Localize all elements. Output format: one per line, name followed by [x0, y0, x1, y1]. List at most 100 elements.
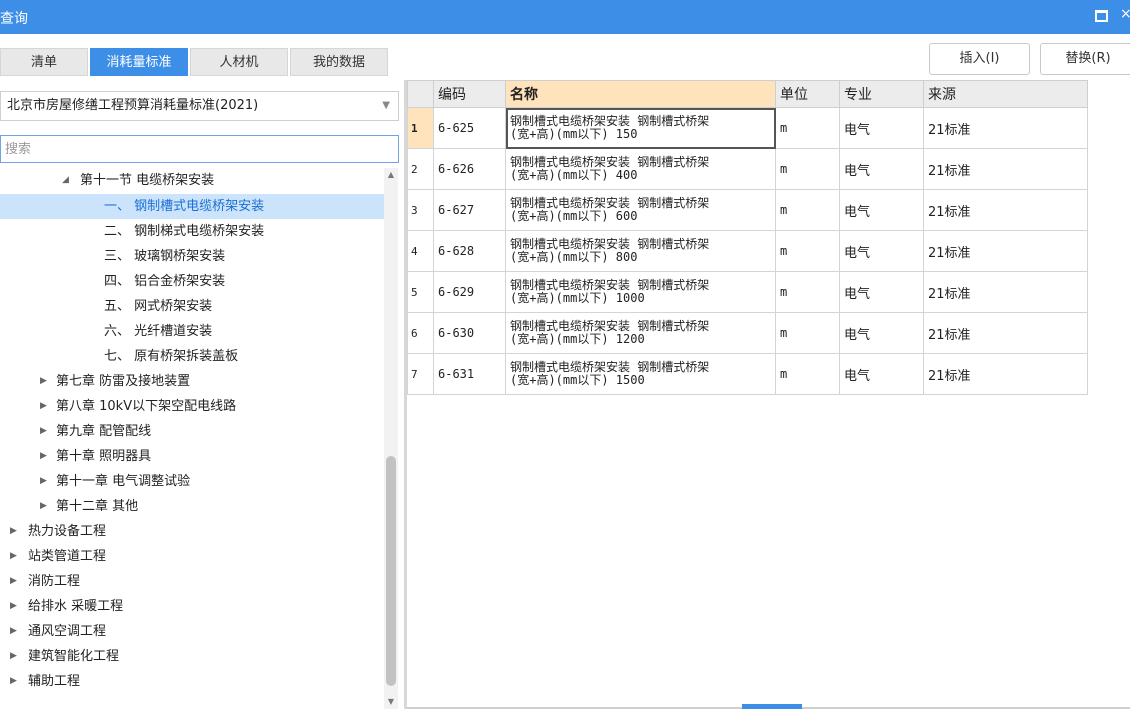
cell-code[interactable]: 6-626: [433, 148, 506, 190]
scroll-up-icon[interactable]: ▲: [384, 168, 398, 182]
cell-name[interactable]: 钢制槽式电缆桥架安装 钢制槽式桥架 (宽+高)(mm以下) 1200: [505, 312, 776, 354]
close-icon[interactable]: ×: [1120, 6, 1130, 22]
collapsed-triangle-icon[interactable]: ▶: [40, 494, 47, 519]
cell-code[interactable]: 6-630: [433, 312, 506, 354]
tree-item[interactable]: ▶ 站类管道工程: [0, 544, 385, 569]
name-line-2: (宽+高)(mm以下) 150: [510, 127, 638, 141]
cell-code[interactable]: 6-627: [433, 189, 506, 231]
collapsed-triangle-icon[interactable]: ▶: [10, 594, 17, 619]
tree-item[interactable]: ▶ 第九章 配管配线: [0, 419, 385, 444]
cell-unit[interactable]: m: [775, 312, 840, 354]
cell-specialty[interactable]: 电气: [839, 312, 924, 354]
tree-item[interactable]: ▶ 第十章 照明器具: [0, 444, 385, 469]
tab-bill[interactable]: 清单: [0, 48, 88, 76]
table-row[interactable]: 3 6-627 钢制槽式电缆桥架安装 钢制槽式桥架 (宽+高)(mm以下) 600…: [407, 189, 1088, 231]
cell-source[interactable]: 21标准: [923, 271, 1088, 313]
replace-button[interactable]: 替换(R): [1040, 43, 1130, 75]
collapsed-triangle-icon[interactable]: ▶: [40, 419, 47, 444]
table-row[interactable]: 5 6-629 钢制槽式电缆桥架安装 钢制槽式桥架 (宽+高)(mm以下) 100…: [407, 271, 1088, 313]
tree-item[interactable]: ▶ 第八章 10kV以下架空配电线路: [0, 394, 385, 419]
cell-code[interactable]: 6-625: [433, 107, 506, 149]
insert-button[interactable]: 插入(I): [929, 43, 1030, 75]
tree-item-selected[interactable]: 一、 钢制槽式电缆桥架安装: [0, 194, 385, 219]
name-line-1: 钢制槽式电缆桥架安装 钢制槽式桥架: [510, 278, 710, 292]
collapsed-triangle-icon[interactable]: ▶: [40, 394, 47, 419]
collapsed-triangle-icon[interactable]: ▶: [40, 369, 47, 394]
tab-my-data[interactable]: 我的数据: [290, 48, 388, 76]
tree-scrollbar[interactable]: ▲ ▼: [384, 168, 398, 709]
cell-unit[interactable]: m: [775, 189, 840, 231]
table-row[interactable]: 4 6-628 钢制槽式电缆桥架安装 钢制槽式桥架 (宽+高)(mm以下) 800…: [407, 230, 1088, 272]
cell-unit[interactable]: m: [775, 148, 840, 190]
tree-item[interactable]: ▶ 给排水 采暖工程: [0, 594, 385, 619]
tree-item[interactable]: ▶ 第七章 防雷及接地装置: [0, 369, 385, 394]
cell-code[interactable]: 6-631: [433, 353, 506, 395]
cell-specialty[interactable]: 电气: [839, 148, 924, 190]
tree-item[interactable]: 四、 铝合金桥架安装: [0, 269, 385, 294]
cell-code[interactable]: 6-628: [433, 230, 506, 272]
tree-item[interactable]: 二、 钢制梯式电缆桥架安装: [0, 219, 385, 244]
column-header-name[interactable]: 名称: [505, 80, 776, 108]
tree-item[interactable]: ▶ 辅助工程: [0, 669, 385, 694]
collapsed-triangle-icon[interactable]: ▶: [40, 444, 47, 469]
cell-source[interactable]: 21标准: [923, 230, 1088, 272]
cell-unit[interactable]: m: [775, 271, 840, 313]
column-header-unit[interactable]: 单位: [775, 80, 840, 108]
cell-specialty[interactable]: 电气: [839, 107, 924, 149]
cell-source[interactable]: 21标准: [923, 148, 1088, 190]
cell-code[interactable]: 6-629: [433, 271, 506, 313]
cell-name[interactable]: 钢制槽式电缆桥架安装 钢制槽式桥架 (宽+高)(mm以下) 150: [505, 107, 776, 149]
cell-name[interactable]: 钢制槽式电缆桥架安装 钢制槽式桥架 (宽+高)(mm以下) 1500: [505, 353, 776, 395]
collapsed-triangle-icon[interactable]: ▶: [10, 569, 17, 594]
table-row[interactable]: 7 6-631 钢制槽式电缆桥架安装 钢制槽式桥架 (宽+高)(mm以下) 150…: [407, 353, 1088, 395]
cell-name[interactable]: 钢制槽式电缆桥架安装 钢制槽式桥架 (宽+高)(mm以下) 1000: [505, 271, 776, 313]
table-row[interactable]: 6 6-630 钢制槽式电缆桥架安装 钢制槽式桥架 (宽+高)(mm以下) 120…: [407, 312, 1088, 354]
tree-item[interactable]: ▶ 第十一章 电气调整试验: [0, 469, 385, 494]
collapsed-triangle-icon[interactable]: ▶: [10, 669, 17, 694]
tree-item[interactable]: 五、 网式桥架安装: [0, 294, 385, 319]
column-header-specialty[interactable]: 专业: [839, 80, 924, 108]
tree-item[interactable]: ▶ 热力设备工程: [0, 519, 385, 544]
cell-name[interactable]: 钢制槽式电缆桥架安装 钢制槽式桥架 (宽+高)(mm以下) 600: [505, 189, 776, 231]
tab-labor-material-machine[interactable]: 人材机: [190, 48, 288, 76]
column-header-source[interactable]: 来源: [923, 80, 1088, 108]
tree-item[interactable]: 六、 光纤槽道安装: [0, 319, 385, 344]
cell-unit[interactable]: m: [775, 107, 840, 149]
cell-specialty[interactable]: 电气: [839, 230, 924, 272]
scrollbar-thumb[interactable]: [386, 456, 396, 686]
cell-source[interactable]: 21标准: [923, 312, 1088, 354]
tree-item[interactable]: ▶ 消防工程: [0, 569, 385, 594]
tab-consumption-standard[interactable]: 消耗量标准: [90, 48, 188, 76]
cell-specialty[interactable]: 电气: [839, 189, 924, 231]
cell-unit[interactable]: m: [775, 353, 840, 395]
cell-source[interactable]: 21标准: [923, 353, 1088, 395]
collapsed-triangle-icon[interactable]: ▶: [40, 469, 47, 494]
tree-item[interactable]: ◢ 第十一节 电缆桥架安装: [0, 168, 385, 193]
collapsed-triangle-icon[interactable]: ▶: [10, 544, 17, 569]
scroll-down-icon[interactable]: ▼: [384, 695, 398, 709]
name-line-2: (宽+高)(mm以下) 1000: [510, 291, 645, 305]
cell-specialty[interactable]: 电气: [839, 353, 924, 395]
collapsed-triangle-icon[interactable]: ▶: [10, 644, 17, 669]
cell-specialty[interactable]: 电气: [839, 271, 924, 313]
table-row[interactable]: 1 6-625 钢制槽式电缆桥架安装 钢制槽式桥架 (宽+高)(mm以下) 150…: [407, 107, 1088, 149]
cell-source[interactable]: 21标准: [923, 107, 1088, 149]
column-header-code[interactable]: 编码: [433, 80, 506, 108]
standard-select[interactable]: 北京市房屋修缮工程预算消耗量标准(2021) ▼: [0, 91, 399, 121]
maximize-icon[interactable]: [1095, 10, 1108, 22]
collapse-handle[interactable]: [742, 704, 802, 709]
cell-name[interactable]: 钢制槽式电缆桥架安装 钢制槽式桥架 (宽+高)(mm以下) 800: [505, 230, 776, 272]
collapsed-triangle-icon[interactable]: ▶: [10, 519, 17, 544]
tree-item[interactable]: ▶ 建筑智能化工程: [0, 644, 385, 669]
table-row[interactable]: 2 6-626 钢制槽式电缆桥架安装 钢制槽式桥架 (宽+高)(mm以下) 400…: [407, 148, 1088, 190]
cell-unit[interactable]: m: [775, 230, 840, 272]
cell-name[interactable]: 钢制槽式电缆桥架安装 钢制槽式桥架 (宽+高)(mm以下) 400: [505, 148, 776, 190]
tree-item[interactable]: ▶ 通风空调工程: [0, 619, 385, 644]
search-input[interactable]: [0, 135, 399, 163]
cell-source[interactable]: 21标准: [923, 189, 1088, 231]
tree-item[interactable]: ▶ 第十二章 其他: [0, 494, 385, 519]
expanded-triangle-icon[interactable]: ◢: [62, 168, 69, 193]
tree-item[interactable]: 七、 原有桥架拆装盖板: [0, 344, 385, 369]
tree-item[interactable]: 三、 玻璃钢桥架安装: [0, 244, 385, 269]
collapsed-triangle-icon[interactable]: ▶: [10, 619, 17, 644]
